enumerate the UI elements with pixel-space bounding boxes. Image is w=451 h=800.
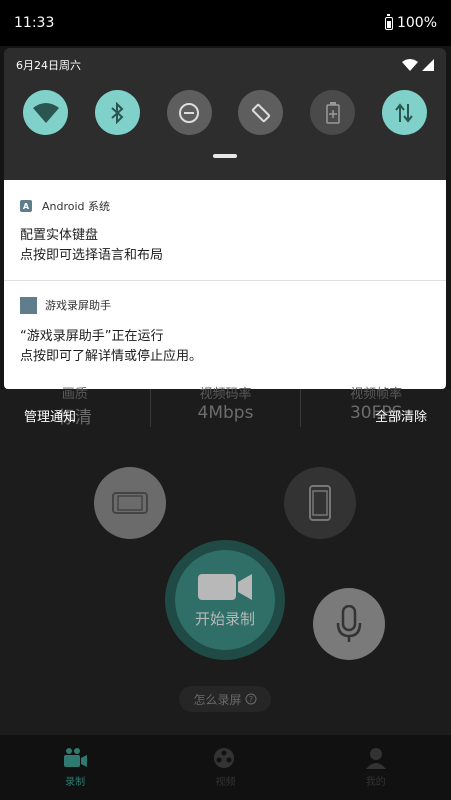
battery-saver-tile[interactable] [310, 90, 356, 135]
nav-label: 录制 [65, 777, 86, 788]
notification-body: “游戏录屏助手”正在运行 点按即可了解详情或停止应用。 [4, 319, 446, 367]
landscape-phone-icon [112, 492, 148, 514]
notification-app-name: Android 系统 [42, 200, 111, 213]
notification-body: 配置实体键盘 点按即可选择语言和布局 [4, 220, 446, 266]
svg-text:?: ? [248, 695, 252, 704]
microphone-button[interactable] [313, 588, 385, 660]
notification-header: 游戏录屏助手 [4, 291, 446, 319]
battery-saver-icon [325, 101, 340, 124]
status-bar: 11:33 100% [0, 0, 451, 46]
mobile-data-tile[interactable] [381, 90, 427, 135]
how-to-record-link[interactable]: 怎么录屏 ? [179, 686, 271, 712]
auto-rotate-icon [251, 103, 270, 122]
android-system-icon: A [20, 200, 32, 212]
qs-drag-handle[interactable] [213, 154, 237, 158]
stat-label: 视频码率 [199, 387, 252, 402]
notification-recorder[interactable]: 游戏录屏助手 “游戏录屏助手”正在运行 点按即可了解详情或停止应用。 [4, 291, 446, 367]
howto-label: 怎么录屏 [193, 692, 242, 707]
auto-rotate-tile[interactable] [238, 90, 284, 135]
help-icon: ? [245, 693, 256, 705]
nav-record[interactable]: 录制 [0, 735, 150, 800]
wifi-icon [32, 102, 59, 123]
status-time: 11:33 [14, 15, 55, 31]
nav-video[interactable]: 视频 [150, 735, 300, 800]
dnd-tile[interactable] [166, 90, 212, 135]
bluetooth-tile[interactable] [94, 90, 140, 135]
notification-divider [4, 280, 446, 281]
recorder-app-icon [20, 296, 37, 314]
qs-header: 6月24日周六 [4, 48, 446, 82]
mobile-data-icon [395, 102, 414, 123]
stat-value: 4Mbps [197, 403, 254, 423]
bluetooth-icon [111, 101, 124, 124]
battery-percent: 100% [396, 15, 437, 31]
nav-label: 我的 [365, 777, 386, 788]
stat-label: 视频帧率 [350, 387, 403, 402]
wifi-tile[interactable] [23, 90, 68, 135]
notification-app-name: 游戏录屏助手 [45, 299, 111, 312]
do-not-disturb-icon [179, 102, 200, 123]
stat-bitrate: 视频码率 4Mbps [151, 387, 301, 429]
record-button-inner: 开始录制 [175, 550, 275, 650]
user-icon [365, 748, 386, 769]
manage-notifications-button[interactable]: 管理通知 [24, 406, 76, 425]
stat-label: 画质 [61, 387, 88, 402]
nav-profile[interactable]: 我的 [301, 735, 451, 800]
microphone-icon [336, 605, 362, 642]
wifi-signal-icon [402, 59, 418, 71]
nav-label: 视频 [215, 777, 236, 788]
quick-settings-panel: 6月24日周六 [4, 48, 446, 180]
status-right: 100% [384, 13, 437, 31]
notification-list: A Android 系统 配置实体键盘 点按即可选择语言和布局 游戏录屏助手 “… [4, 180, 446, 389]
video-camera-icon [198, 573, 252, 600]
notification-text: 点按即可了解详情或停止应用。 [20, 349, 203, 364]
battery-icon [384, 13, 393, 30]
notification-header: A Android 系统 [4, 192, 446, 220]
start-record-button[interactable]: 开始录制 [165, 540, 285, 660]
portrait-phone-icon [309, 485, 331, 521]
qs-tiles [4, 90, 446, 135]
bottom-navigation: 录制 视频 我的 [0, 735, 451, 800]
portrait-mode-button[interactable] [284, 467, 356, 539]
notification-text: 点按即可选择语言和布局 [20, 248, 164, 263]
landscape-mode-button[interactable] [94, 467, 166, 539]
video-camera-icon [64, 748, 88, 767]
qs-date[interactable]: 6月24日周六 [16, 57, 81, 73]
notification-title: 配置实体键盘 [20, 228, 99, 243]
cell-signal-icon [422, 59, 434, 71]
clear-all-button[interactable]: 全部清除 [375, 406, 427, 425]
notification-title: “游戏录屏助手”正在运行 [20, 329, 164, 344]
film-reel-icon [214, 748, 235, 768]
notification-android-system[interactable]: A Android 系统 配置实体键盘 点按即可选择语言和布局 [4, 192, 446, 281]
qs-status-icons [402, 59, 434, 71]
record-label: 开始录制 [194, 609, 255, 628]
